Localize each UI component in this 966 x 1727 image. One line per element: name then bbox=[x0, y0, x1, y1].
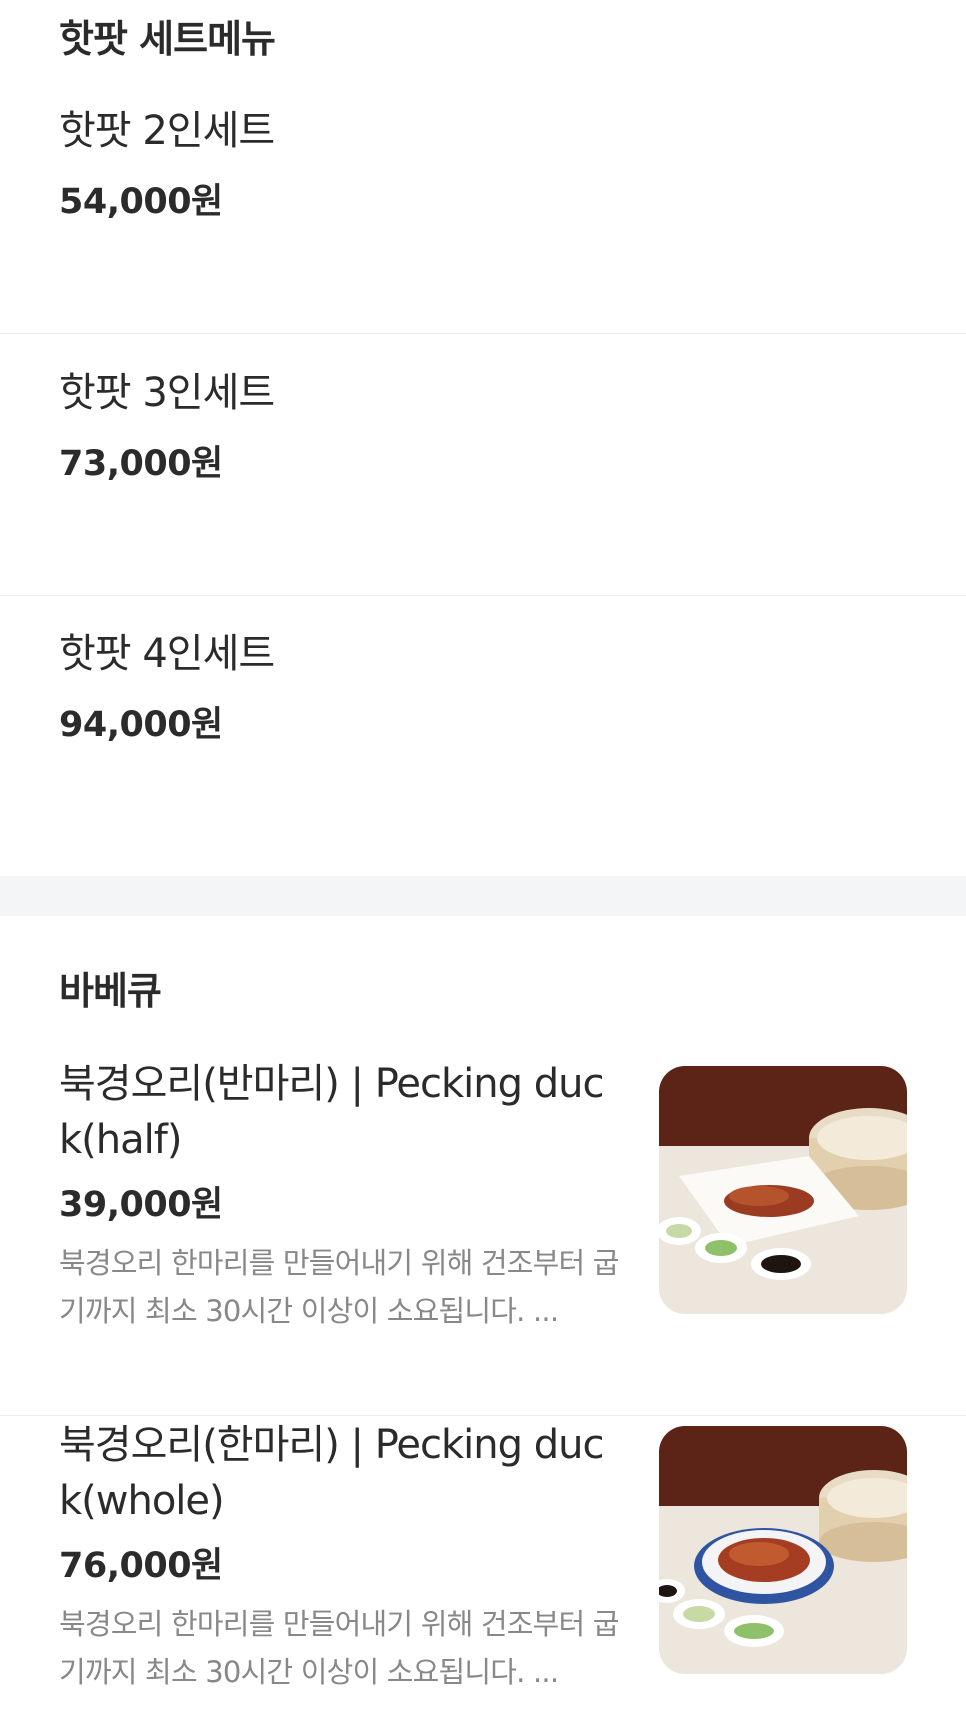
menu-item[interactable]: 북경오리(한마리) | Pecking duck(whole) 76,000원 … bbox=[0, 1417, 966, 1727]
menu-item-price: 76,000원 bbox=[59, 1546, 223, 1586]
section-title-set-menu: 핫팟 세트메뉴 bbox=[59, 17, 276, 61]
set-menu-section: 핫팟 세트메뉴 핫팟 2인세트 54,000원 핫팟 3인세트 73,000원 … bbox=[0, 0, 966, 876]
menu-item-description: 북경오리 한마리를 만들어내기 위해 건조부터 굽기까지 최소 30시간 이상이… bbox=[59, 1246, 620, 1328]
section-title-bbq: 바베큐 bbox=[59, 969, 162, 1013]
menu-item[interactable]: 핫팟 3인세트 73,000원 bbox=[0, 335, 966, 596]
menu-item-name: 북경오리(한마리) | Pecking duck(whole) bbox=[59, 1422, 604, 1524]
menu-item-description: 북경오리 한마리를 만들어내기 위해 건조부터 굽기까지 최소 30시간 이상이… bbox=[59, 1607, 620, 1689]
menu-item-name: 핫팟 4인세트 bbox=[59, 631, 275, 677]
menu-item[interactable]: 핫팟 4인세트 94,000원 bbox=[0, 596, 966, 857]
menu-item-name: 핫팟 3인세트 bbox=[59, 370, 275, 416]
menu-item[interactable]: 북경오리(반마리) | Pecking duck(half) 39,000원 북… bbox=[0, 1056, 966, 1416]
duck-dish-image bbox=[659, 1426, 907, 1674]
menu-item[interactable]: 핫팟 2인세트 54,000원 bbox=[0, 73, 966, 334]
menu-item-photo[interactable] bbox=[659, 1426, 907, 1674]
bbq-section: 바베큐 북경오리(반마리) | Pecking duck(half) 39,00… bbox=[0, 916, 966, 1727]
duck-dish-image bbox=[659, 1066, 907, 1314]
menu-item-photo[interactable] bbox=[659, 1066, 907, 1314]
menu-item-price: 73,000원 bbox=[59, 444, 223, 484]
section-divider bbox=[0, 876, 966, 916]
menu-item-price: 94,000원 bbox=[59, 705, 223, 745]
menu-item-name: 핫팟 2인세트 bbox=[59, 108, 275, 154]
menu-item-price: 54,000원 bbox=[59, 182, 223, 222]
menu-item-name: 북경오리(반마리) | Pecking duck(half) bbox=[59, 1061, 604, 1163]
menu-item-price: 39,000원 bbox=[59, 1185, 223, 1225]
